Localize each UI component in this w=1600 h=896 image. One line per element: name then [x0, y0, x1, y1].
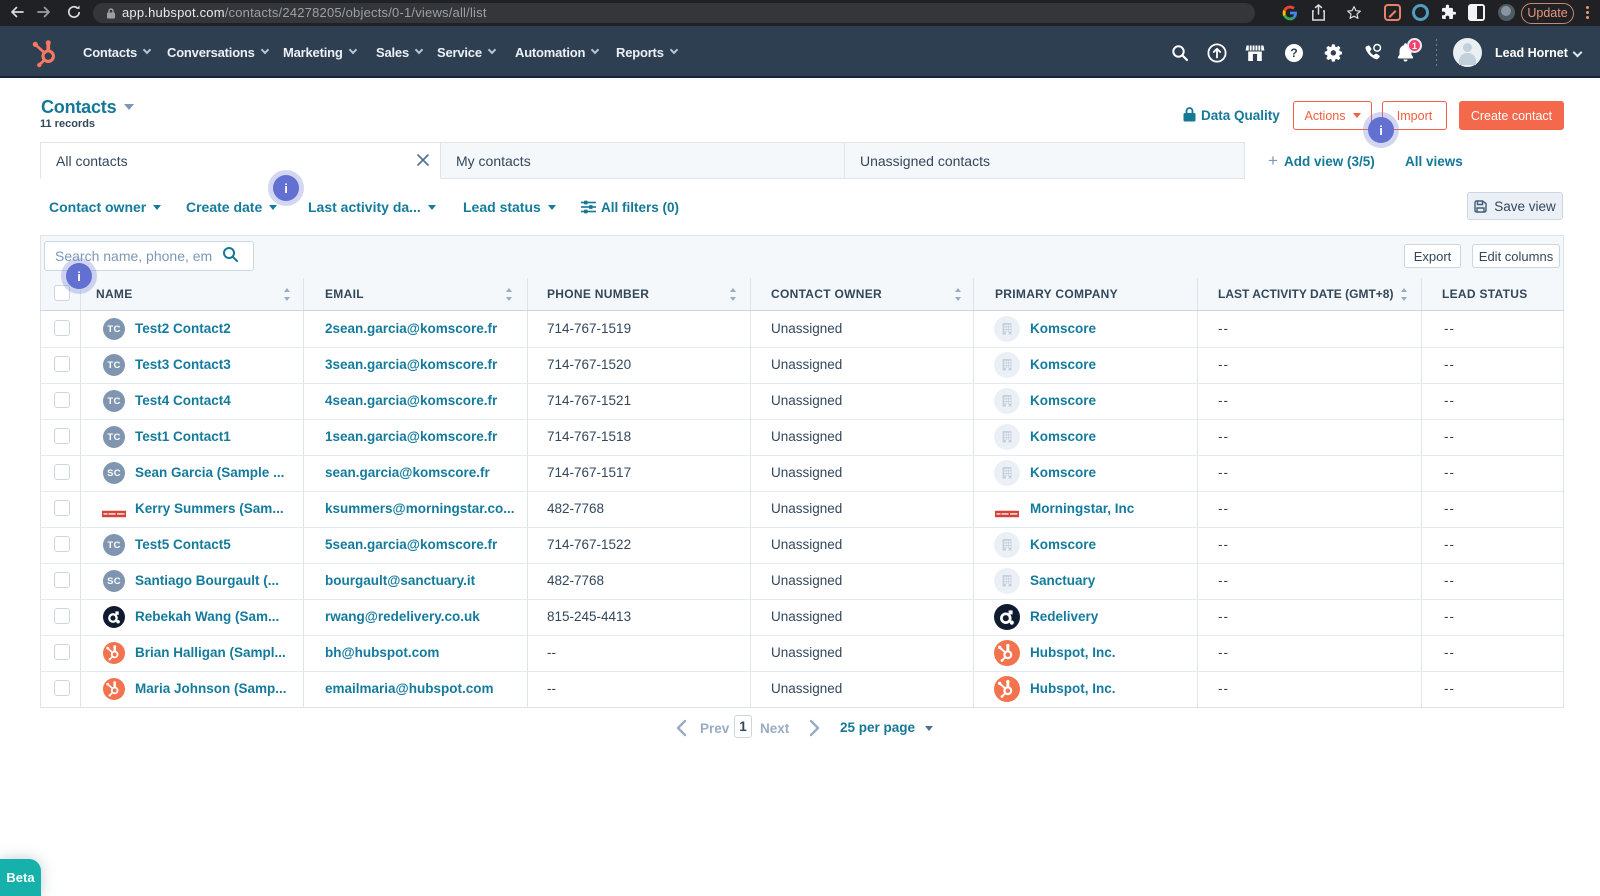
svg-text:?: ? [1290, 46, 1297, 60]
